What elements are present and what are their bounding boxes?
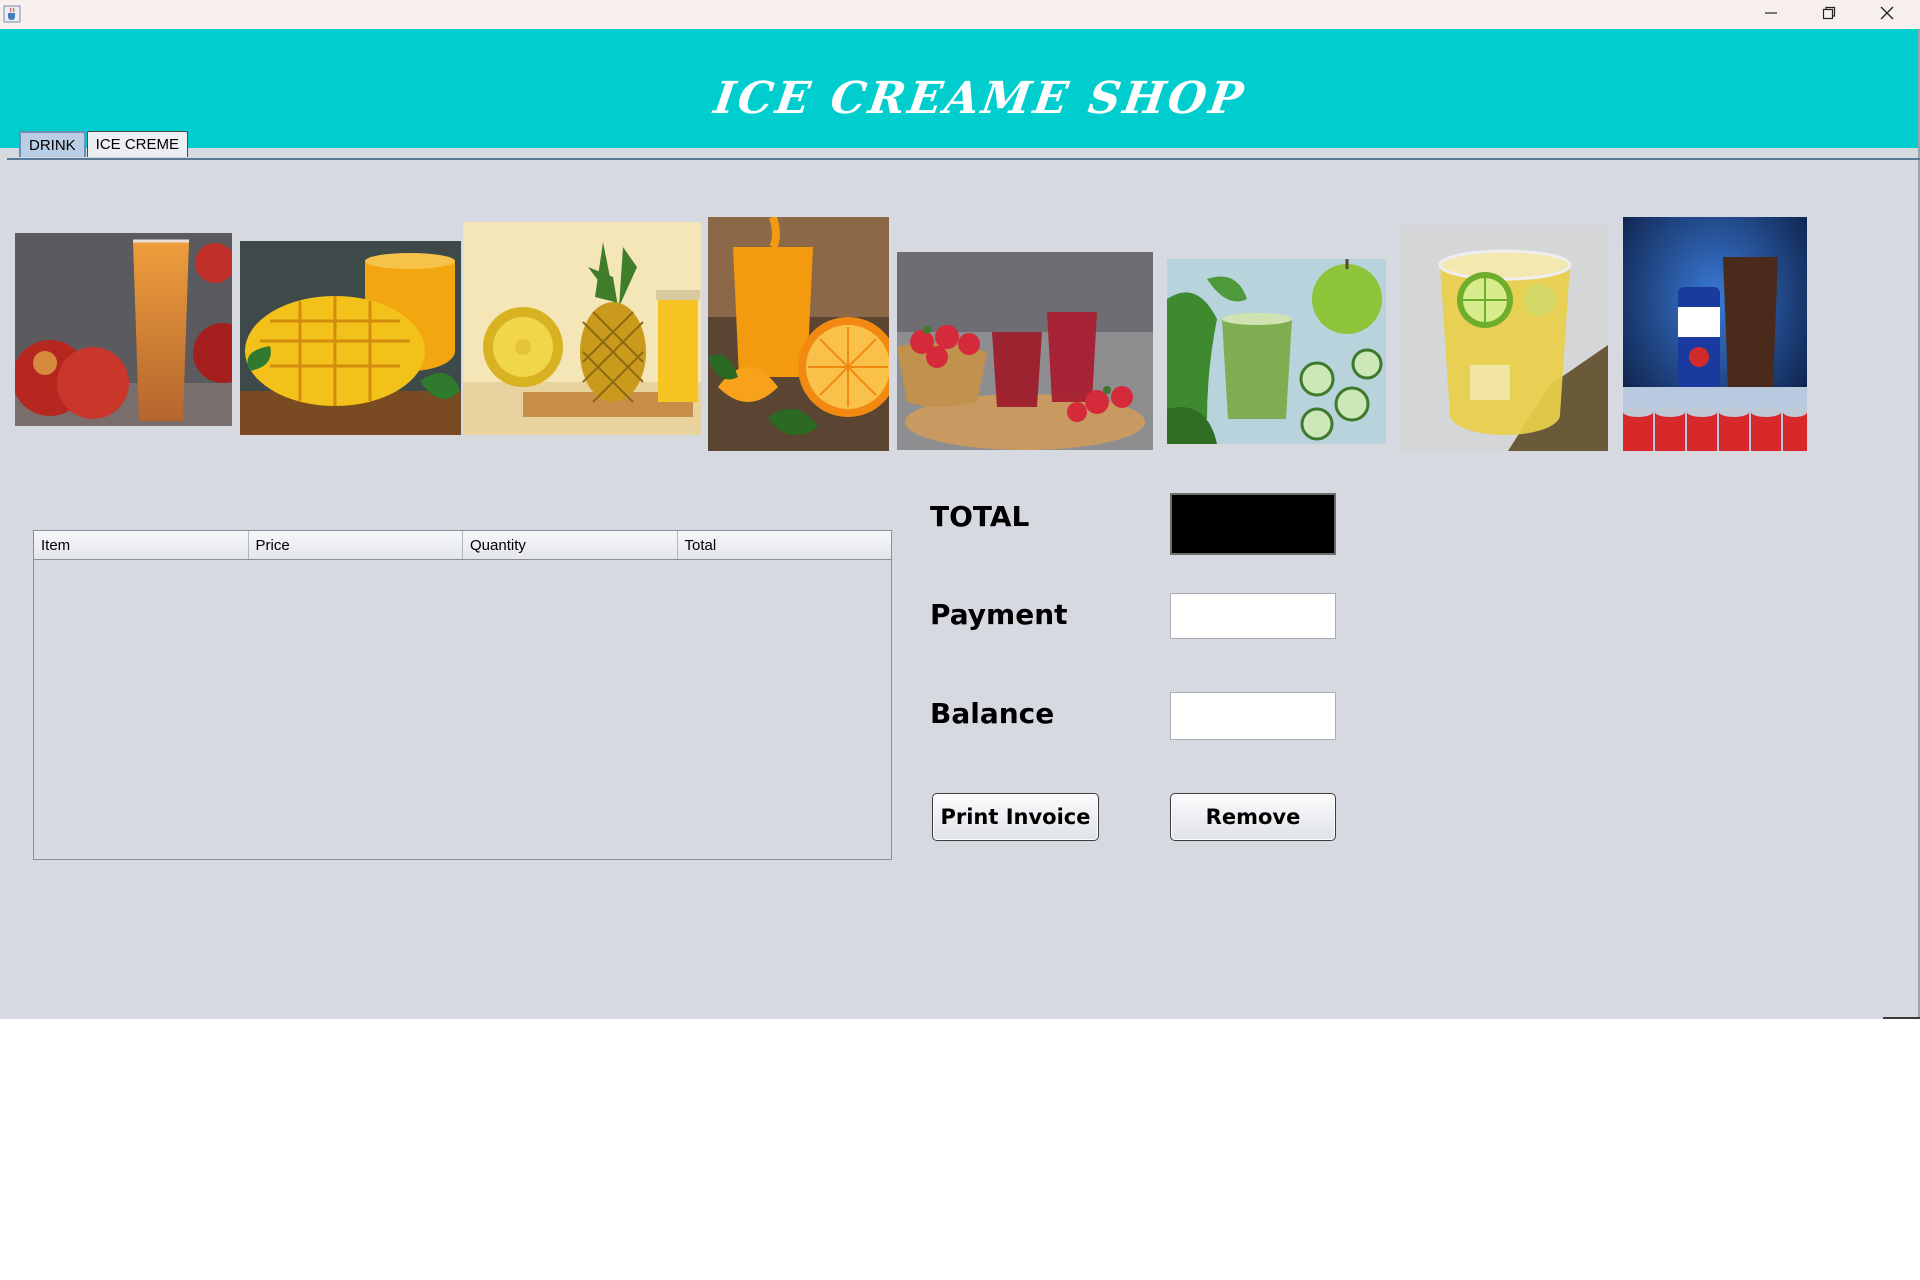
- order-table[interactable]: Item Price Quantity Total: [33, 530, 892, 860]
- minimize-button[interactable]: [1742, 0, 1800, 29]
- window-titlebar: [0, 0, 1920, 29]
- green-juice-image[interactable]: [1167, 259, 1386, 444]
- tab-drink[interactable]: DRINK: [19, 131, 86, 157]
- mango-juice-image[interactable]: [240, 241, 461, 435]
- balance-field[interactable]: [1170, 692, 1336, 740]
- balance-label: Balance: [930, 697, 1055, 730]
- table-body[interactable]: [34, 560, 891, 860]
- strawberry-juice-image[interactable]: [897, 252, 1153, 450]
- tab-ice-creme[interactable]: ICE CREME: [86, 131, 189, 157]
- restore-icon: [1822, 5, 1836, 24]
- window-edge: [1883, 1017, 1920, 1019]
- payment-label: Payment: [930, 598, 1068, 631]
- java-cup-icon: [3, 5, 21, 23]
- table-header: Item Price Quantity Total: [34, 531, 891, 560]
- minimize-icon: [1764, 5, 1778, 24]
- total-field[interactable]: [1170, 493, 1336, 555]
- restore-button[interactable]: [1800, 0, 1858, 29]
- pineapple-juice-image[interactable]: [463, 222, 701, 435]
- close-button[interactable]: [1858, 0, 1916, 29]
- column-header-item[interactable]: Item: [34, 531, 249, 559]
- column-header-price[interactable]: Price: [249, 531, 463, 559]
- print-invoice-button[interactable]: Print Invoice: [932, 793, 1099, 841]
- remove-button[interactable]: Remove: [1170, 793, 1336, 841]
- header-banner: ICE CREAME SHOP: [0, 29, 1920, 148]
- tab-divider: [7, 158, 1920, 160]
- close-icon: [1880, 5, 1894, 24]
- lime-drink-image[interactable]: [1400, 225, 1608, 451]
- total-label: TOTAL: [930, 500, 1030, 533]
- pepsi-image[interactable]: [1623, 217, 1807, 451]
- shop-title: ICE CREAME SHOP: [710, 73, 1250, 124]
- tab-bar: DRINK ICE CREME: [19, 131, 189, 159]
- orange-juice-image[interactable]: [708, 217, 889, 451]
- column-header-total[interactable]: Total: [678, 531, 892, 559]
- payment-field[interactable]: [1170, 593, 1336, 639]
- apple-juice-image[interactable]: [15, 233, 232, 426]
- column-header-quantity[interactable]: Quantity: [463, 531, 678, 559]
